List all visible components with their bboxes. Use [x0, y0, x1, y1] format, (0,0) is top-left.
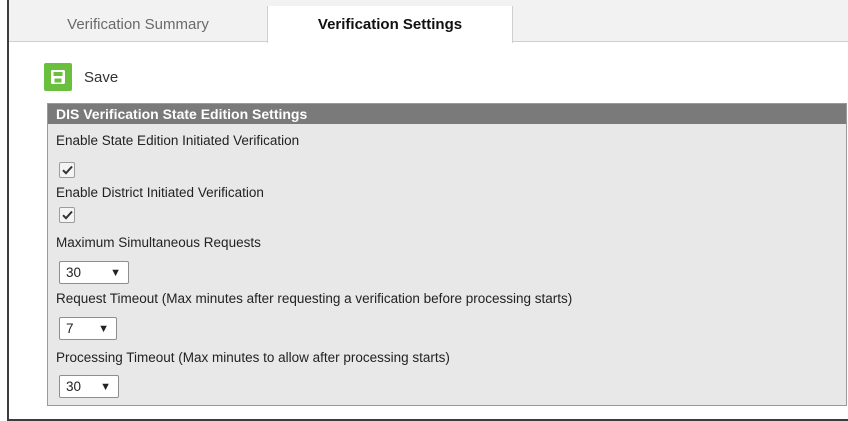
- request-timeout-value: 7: [66, 321, 74, 336]
- settings-frame: Verification Summary Verification Settin…: [7, 0, 848, 421]
- processing-timeout-select[interactable]: 30 ▼: [59, 375, 119, 398]
- checkmark-icon: [61, 165, 73, 175]
- processing-timeout-value: 30: [66, 379, 82, 394]
- tab-verification-settings[interactable]: Verification Settings: [267, 6, 513, 43]
- panel-title: DIS Verification State Edition Settings: [48, 104, 846, 124]
- tab-bar: Verification Summary Verification Settin…: [9, 0, 848, 43]
- checkmark-icon: [61, 210, 73, 220]
- tab-label: Verification Summary: [67, 15, 209, 33]
- request-timeout-select[interactable]: 7 ▼: [59, 317, 117, 340]
- max-requests-select[interactable]: 30 ▼: [59, 261, 129, 284]
- state-edition-verification-label: Enable State Edition Initiated Verificat…: [56, 133, 300, 148]
- processing-timeout-label: Processing Timeout (Max minutes to allow…: [56, 350, 450, 365]
- district-verification-label: Enable District Initiated Verification: [56, 185, 264, 200]
- floppy-disk-icon: [44, 63, 72, 91]
- dropdown-arrow-icon: ▼: [100, 381, 111, 393]
- district-verification-checkbox[interactable]: [59, 207, 75, 223]
- max-requests-value: 30: [66, 265, 82, 280]
- state-edition-verification-checkbox[interactable]: [59, 162, 75, 178]
- tab-verification-summary[interactable]: Verification Summary: [9, 6, 267, 42]
- max-requests-label: Maximum Simultaneous Requests: [56, 235, 261, 250]
- tab-label: Verification Settings: [317, 16, 463, 33]
- settings-panel: DIS Verification State Edition Settings …: [47, 103, 847, 406]
- request-timeout-label: Request Timeout (Max minutes after reque…: [56, 291, 573, 306]
- save-label: Save: [84, 68, 119, 86]
- save-button[interactable]: Save: [44, 62, 118, 92]
- dropdown-arrow-icon: ▼: [98, 323, 109, 335]
- dropdown-arrow-icon: ▼: [110, 267, 121, 279]
